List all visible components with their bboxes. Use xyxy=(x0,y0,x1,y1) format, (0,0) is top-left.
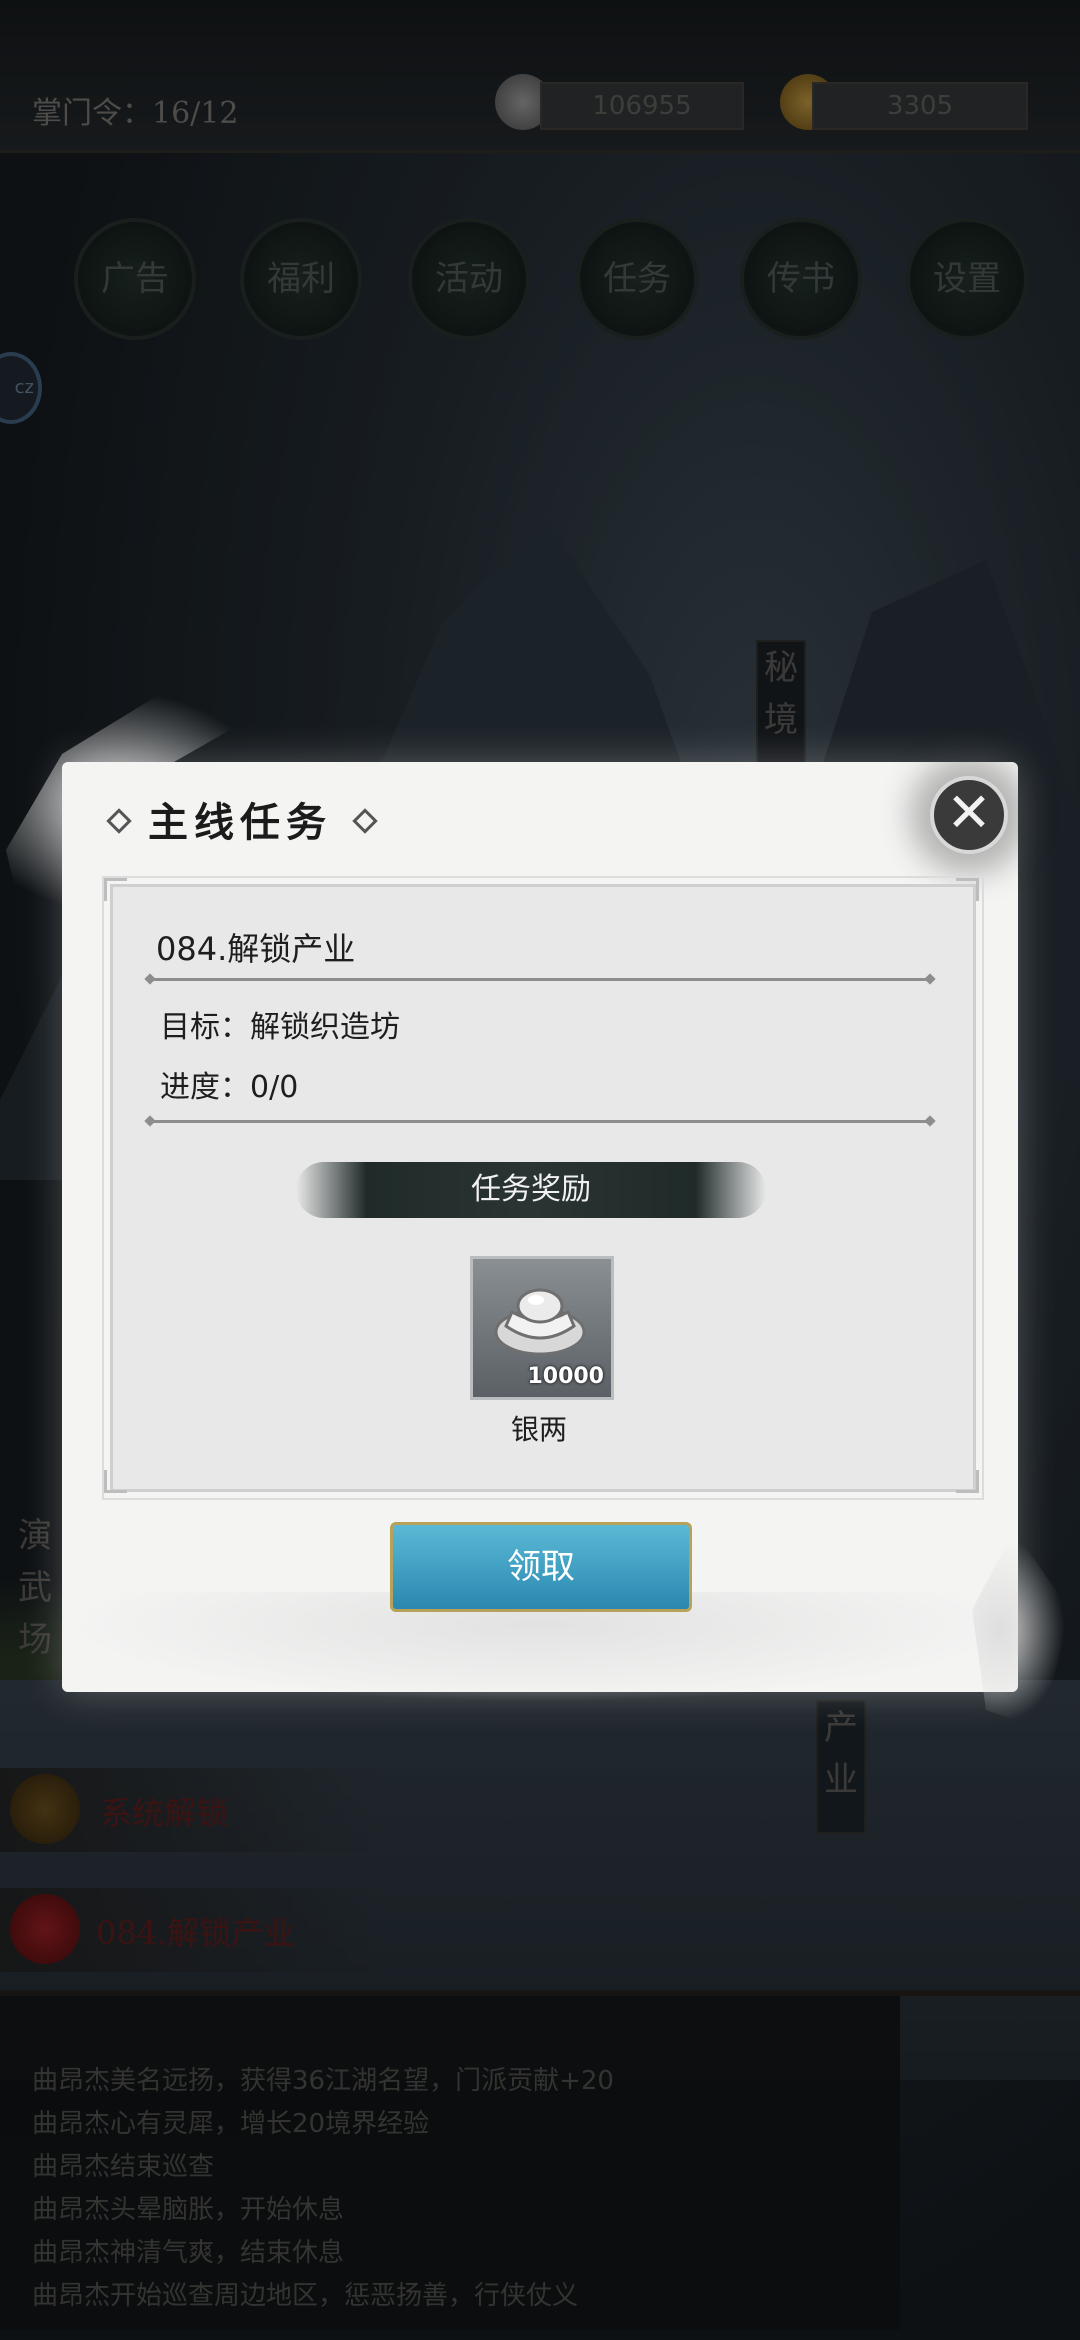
panel-corner xyxy=(956,878,979,901)
close-button[interactable]: ✕ xyxy=(930,776,1008,854)
panel-corner xyxy=(956,1470,979,1493)
divider xyxy=(150,978,930,981)
panel-corner xyxy=(104,878,127,901)
divider xyxy=(150,1120,930,1123)
dialog-title: 主线任务 xyxy=(148,799,332,846)
silver-ingot-icon xyxy=(494,1288,586,1356)
quest-name: 084.解锁产业 xyxy=(156,930,356,968)
reward-title: 任务奖励 xyxy=(471,1172,591,1207)
reward-item-count: 10000 xyxy=(527,1364,604,1389)
panel-corner xyxy=(104,1470,127,1493)
close-icon: ✕ xyxy=(946,781,992,844)
quest-goal: 目标：解锁织造坊 xyxy=(160,1010,400,1045)
reward-item-name: 银两 xyxy=(510,1413,567,1446)
claim-button[interactable]: 领取 xyxy=(390,1522,692,1612)
quest-progress: 进度：0/0 xyxy=(160,1070,299,1105)
